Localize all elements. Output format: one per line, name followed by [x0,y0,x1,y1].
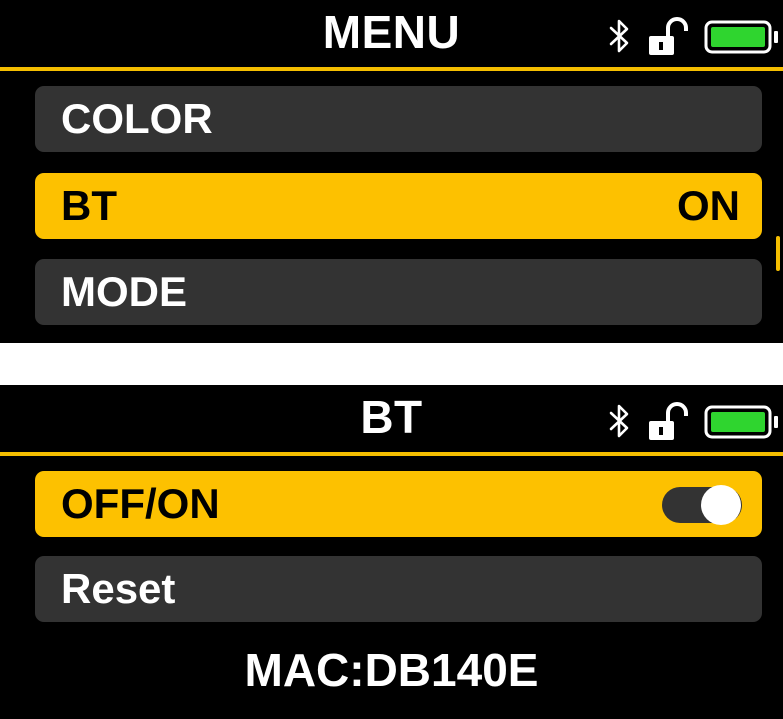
lock-open-icon [649,17,688,55]
menu-item-label: COLOR [61,95,213,142]
battery-icon [704,20,778,54]
bluetooth-icon [609,404,629,438]
title-divider [0,67,783,71]
menu-screen: MENU COLOR BT ON MODE [0,0,783,343]
bt-toggle-item[interactable]: OFF/ON [35,471,762,537]
menu-item-mode[interactable]: MODE [35,259,762,325]
menu-item-label: MODE [61,268,187,315]
title-divider [0,452,783,456]
bluetooth-icon [609,19,629,53]
lock-open-icon [649,402,688,440]
mac-address: MAC:DB140E [244,644,539,696]
reset-label: Reset [61,565,176,612]
status-bar [608,14,783,58]
toggle-knob [701,485,741,525]
battery-icon [704,405,778,439]
bt-title-bar: BT [0,385,783,451]
menu-title-bar: MENU [0,0,783,66]
bt-toggle-switch[interactable] [662,485,742,525]
scroll-indicator [776,236,780,271]
bt-screen: BT OFF/ON Reset MAC:DB140E [0,385,783,719]
menu-item-bt[interactable]: BT ON [35,173,762,239]
menu-item-value: ON [677,182,740,229]
bt-toggle-label: OFF/ON [61,480,220,527]
menu-item-color[interactable]: COLOR [35,86,762,152]
reset-item[interactable]: Reset [35,556,762,622]
status-bar [608,399,783,443]
menu-item-label: BT [61,182,117,229]
